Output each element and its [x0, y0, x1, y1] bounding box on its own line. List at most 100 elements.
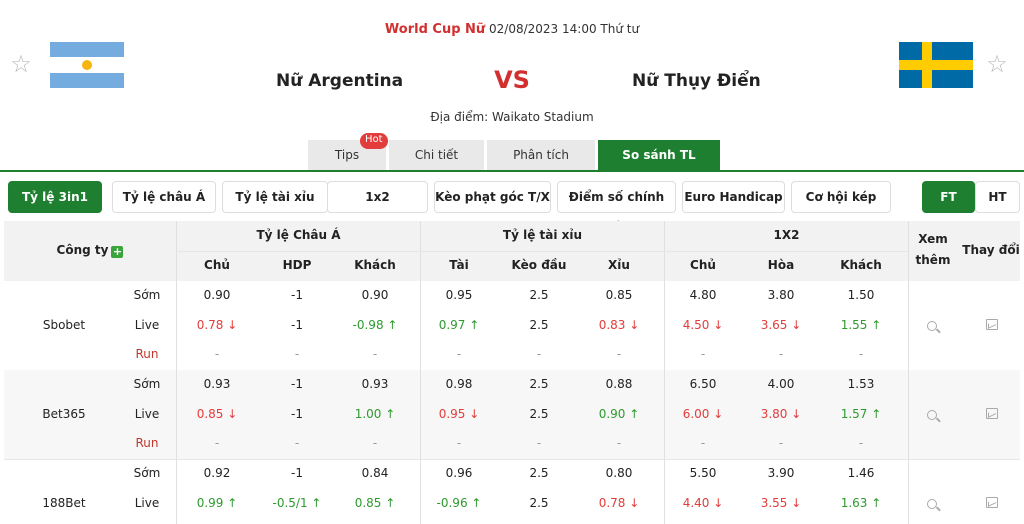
filter-asian[interactable]: Tỷ lệ châu Á	[112, 181, 216, 213]
odds-cell: 3.80 ↓	[760, 406, 802, 421]
league-name[interactable]: World Cup Nữ	[385, 22, 485, 37]
view-more-header: Xem thêm	[915, 232, 951, 267]
odds-cell: 4.50 ↓	[682, 317, 724, 332]
match-datetime: 02/08/2023 14:00 Thứ tư	[489, 22, 640, 36]
company-header: Công ty +	[4, 243, 176, 263]
odds-cell: -	[700, 347, 706, 361]
odds-cell: 0.95 ↓	[438, 406, 480, 421]
odds-cell: -	[372, 436, 378, 450]
odds-cell: -1	[291, 406, 303, 421]
row-type: Live	[134, 406, 160, 421]
odds-cell: -	[858, 436, 864, 450]
company-group: Bet365 Sớm 0.93 -1 0.93 0.98 2.5 0.88 6.50 4.00 1.…	[4, 370, 1020, 459]
company-group: 188Bet Sớm 0.92 -1 0.84 0.96 2.5 0.80 5.50 3.90 1.…	[4, 459, 1020, 524]
filter-euro-handicap[interactable]: Euro Handicap	[682, 181, 785, 213]
venue: Địa điểm: Waikato Stadium	[430, 110, 594, 124]
match-info-line: World Cup Nữ 02/08/2023 14:00 Thứ tư	[0, 22, 1024, 37]
odds-cell: -1	[291, 466, 303, 480]
chart-icon[interactable]	[982, 318, 1002, 334]
odds-cell: 4.80	[689, 288, 717, 302]
odds-cell: -	[214, 347, 220, 361]
odds-cell: 1.46	[847, 466, 875, 480]
period-ft[interactable]: FT	[922, 181, 975, 213]
sweden-flag-icon	[899, 42, 973, 88]
odds-cell: -	[778, 347, 784, 361]
odds-cell: 0.96	[445, 466, 473, 480]
period-ht[interactable]: HT	[975, 181, 1020, 213]
odds-cell: -	[536, 347, 542, 361]
filter-3in1[interactable]: Tỷ lệ 3in1	[8, 181, 102, 213]
header-divider	[176, 251, 908, 252]
odds-cell: 6.50	[689, 377, 717, 391]
odds-cell: -	[294, 436, 300, 450]
odds-cell: 2.5	[529, 406, 549, 421]
vs-label: VS	[494, 66, 530, 94]
odds-cell: 0.98	[445, 377, 473, 391]
tab-odds-compare[interactable]: So sánh TL	[598, 140, 720, 170]
odds-cell: 2.5	[529, 377, 549, 391]
match-header: World Cup Nữ 02/08/2023 14:00 Thứ tư ☆ N…	[0, 0, 1024, 170]
column-divider	[176, 221, 177, 524]
odds-cell: 0.90	[203, 288, 231, 302]
column-divider	[908, 221, 909, 524]
chart-icon[interactable]	[982, 407, 1002, 423]
tab-analysis[interactable]: Phân tích	[487, 140, 595, 170]
company-name[interactable]: Sbobet	[4, 281, 124, 370]
odds-cell: 0.92	[203, 466, 231, 480]
filter-over-under[interactable]: Tỷ lệ tài xỉu	[222, 181, 328, 213]
match-tabs: Tips Hot Chi tiết Phân tích So sánh TL	[308, 133, 723, 170]
odds-cell: 0.93	[203, 377, 231, 391]
row-type: Live	[134, 495, 160, 510]
chart-icon[interactable]	[982, 496, 1002, 512]
odds-cell: -	[536, 436, 542, 450]
filter-corner[interactable]: Kèo phạt góc T/X	[434, 181, 551, 213]
1x2-header: 1X2	[773, 228, 800, 242]
odds-cell: -	[214, 436, 220, 450]
odds-cell: -	[456, 347, 462, 361]
odds-cell: 0.95	[445, 288, 473, 302]
away-team-name[interactable]: Nữ Thụy Điển	[632, 71, 761, 91]
odds-cell: 2.5	[529, 495, 549, 510]
row-type: Run	[135, 436, 159, 450]
company-header-label: Công ty	[56, 243, 109, 257]
ou-header: Tỷ lệ tài xỉu	[502, 228, 583, 242]
column-divider	[664, 221, 665, 524]
filter-double-chance[interactable]: Cơ hội kép	[791, 181, 891, 213]
row-type: Live	[134, 317, 160, 332]
tabs-underline	[0, 170, 1024, 172]
search-icon[interactable]	[922, 408, 942, 424]
company-name[interactable]: 188Bet	[4, 459, 124, 524]
odds-cell: -	[294, 347, 300, 361]
filter-1x2[interactable]: 1x2	[327, 181, 428, 213]
odds-cell: -	[456, 436, 462, 450]
filter-correct-score[interactable]: Điểm số chính xác	[557, 181, 676, 234]
odds-cell: 3.80	[767, 288, 795, 302]
row-type: Sớm	[133, 377, 161, 391]
tab-tips[interactable]: Tips Hot	[308, 133, 388, 170]
odds-cell: 0.97 ↑	[438, 317, 480, 332]
odds-cell: 0.78 ↓	[598, 495, 640, 510]
odds-cell: 5.50	[689, 466, 717, 480]
company-group: Sbobet Sớm 0.90 -1 0.90 0.95 2.5 0.85 4.80 3.80 1.…	[4, 281, 1020, 370]
odds-cell: 1.55 ↑	[840, 317, 882, 332]
company-name[interactable]: Bet365	[4, 370, 124, 459]
odds-cell: 0.90	[361, 288, 389, 302]
odds-cell: 1.57 ↑	[840, 406, 882, 421]
odds-cell: 0.93	[361, 377, 389, 391]
odds-cell: 0.90 ↑	[598, 406, 640, 421]
odds-cell: 6.00 ↓	[682, 406, 724, 421]
odds-cell: 1.53	[847, 377, 875, 391]
odds-cell: 0.84	[361, 466, 389, 480]
favorite-away-star-icon[interactable]: ☆	[985, 52, 1009, 76]
column-divider	[420, 221, 421, 524]
search-icon[interactable]	[922, 497, 942, 513]
tab-details[interactable]: Chi tiết	[389, 140, 484, 170]
search-icon[interactable]	[922, 319, 942, 335]
asian-header: Tỷ lệ Châu Á	[256, 228, 341, 242]
odds-cell: -	[616, 436, 622, 450]
subheader-0: Chủ	[204, 258, 230, 272]
subheader-8: Khách	[840, 258, 882, 272]
add-company-icon[interactable]: +	[111, 246, 124, 258]
odds-cell: 0.85	[605, 288, 633, 302]
odds-cell: 3.90	[767, 466, 795, 480]
